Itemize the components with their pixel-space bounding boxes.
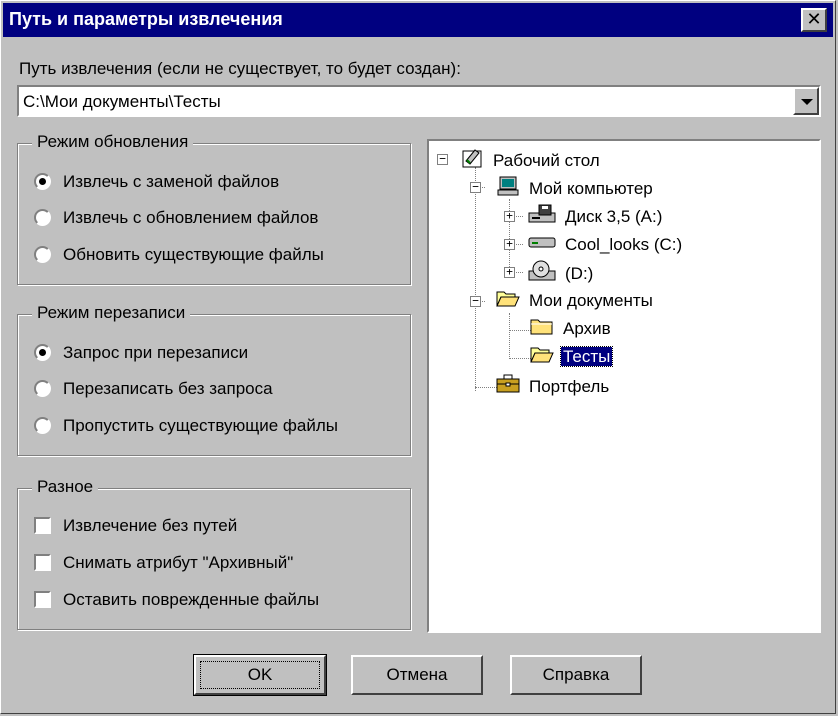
option-label: Обновить существующие файлы xyxy=(63,245,324,264)
open-folder-icon xyxy=(495,288,521,315)
update-mode-legend: Режим обновления xyxy=(32,132,194,152)
checkbox[interactable] xyxy=(34,591,51,608)
tree-item-desktop[interactable]: Рабочий стол xyxy=(461,147,602,171)
collapse-button[interactable]: − xyxy=(470,295,481,307)
misc-legend: Разное xyxy=(32,477,99,497)
tree-label: Рабочий стол xyxy=(493,150,600,170)
path-input[interactable]: C:\Мои документы\Тесты xyxy=(23,92,221,112)
misc-group: Разное Извлечение без путей Снимать атри… xyxy=(17,477,411,630)
expand-button[interactable]: + xyxy=(504,238,515,250)
help-button-label: Справка xyxy=(542,665,610,684)
tree-item-briefcase[interactable]: Портфель xyxy=(495,373,611,397)
option-label: Извлечь с обновлением файлов xyxy=(63,208,319,227)
expand-button[interactable]: + xyxy=(504,210,515,222)
tree-item-drive-c[interactable]: Cool_looks (C:) xyxy=(527,231,684,255)
update-mode-group: Режим обновления Извлечь с заменой файло… xyxy=(17,132,411,285)
radio-button[interactable] xyxy=(34,380,51,397)
misc-option-no-paths[interactable]: Извлечение без путей xyxy=(34,516,237,536)
overwrite-mode-legend: Режим перезаписи xyxy=(32,303,191,323)
tree-item-my-computer[interactable]: Мой компьютер xyxy=(495,175,655,199)
tree-label: Мои документы xyxy=(529,290,653,310)
tree-label: Архив xyxy=(563,318,611,338)
desktop-icon xyxy=(461,147,485,176)
option-label: Снимать атрибут "Архивный" xyxy=(63,553,294,572)
tree-item-drive-d[interactable]: (D:) xyxy=(527,259,595,283)
title-bar[interactable]: Путь и параметры извлечения ✕ xyxy=(3,3,833,37)
option-label: Извлечь с заменой файлов xyxy=(63,172,280,191)
tree-item-floppy[interactable]: Диск 3,5 (A:) xyxy=(527,203,664,227)
path-combobox[interactable]: C:\Мои документы\Тесты xyxy=(17,85,821,117)
folder-icon xyxy=(529,316,555,343)
tree-connector xyxy=(475,167,476,391)
overwrite-option-without-prompt[interactable]: Перезаписать без запроса xyxy=(34,379,273,399)
collapse-button[interactable]: − xyxy=(437,153,448,165)
radio-button[interactable] xyxy=(34,417,51,434)
radio-button[interactable] xyxy=(34,246,51,263)
folder-tree[interactable]: − − + + + − Рабочий стол Мой компьютер Д… xyxy=(427,139,821,633)
tree-label: (D:) xyxy=(565,263,594,283)
option-label: Оставить поврежденные файлы xyxy=(63,590,320,609)
extract-dialog: Путь и параметры извлечения ✕ Путь извле… xyxy=(0,0,836,714)
update-option-existing[interactable]: Обновить существующие файлы xyxy=(34,245,324,265)
option-label: Пропустить существующие файлы xyxy=(63,416,338,435)
close-button[interactable]: ✕ xyxy=(801,8,827,32)
expand-button[interactable]: + xyxy=(504,266,515,278)
focus-rect xyxy=(200,661,320,689)
computer-icon xyxy=(495,175,521,204)
window-title: Путь и параметры извлечения xyxy=(9,9,283,29)
tree-connector xyxy=(475,387,497,388)
path-label: Путь извлечения (если не существует, то … xyxy=(19,59,461,78)
tree-label: Диск 3,5 (A:) xyxy=(565,206,663,226)
tree-label: Cool_looks (C:) xyxy=(565,234,683,254)
checkbox[interactable] xyxy=(34,554,51,571)
cd-drive-icon xyxy=(527,259,557,290)
checkbox[interactable] xyxy=(34,517,51,534)
update-option-replace[interactable]: Извлечь с заменой файлов xyxy=(34,172,279,192)
overwrite-mode-group: Режим перезаписи Запрос при перезаписи П… xyxy=(17,303,411,456)
option-label: Запрос при перезаписи xyxy=(63,343,249,362)
radio-button[interactable] xyxy=(34,344,51,361)
cancel-button-label: Отмена xyxy=(386,665,448,684)
open-folder-icon xyxy=(529,344,555,371)
tree-connector xyxy=(509,313,510,359)
ok-button[interactable]: OK xyxy=(193,654,327,696)
hard-drive-icon xyxy=(527,231,557,260)
radio-button[interactable] xyxy=(34,173,51,190)
tree-item-archive[interactable]: Архив xyxy=(529,316,613,340)
tree-connector xyxy=(509,330,531,331)
close-icon: ✕ xyxy=(806,9,822,30)
tree-label: Тесты xyxy=(559,345,614,367)
cancel-button[interactable]: Отмена xyxy=(351,655,483,695)
collapse-button[interactable]: − xyxy=(470,181,481,193)
briefcase-icon xyxy=(495,373,521,402)
combo-dropdown-button[interactable] xyxy=(793,87,819,115)
help-button[interactable]: Справка xyxy=(510,655,642,695)
misc-option-clear-archive[interactable]: Снимать атрибут "Архивный" xyxy=(34,553,293,573)
tree-item-tests[interactable]: Тесты xyxy=(529,344,614,371)
update-option-freshen[interactable]: Извлечь с обновлением файлов xyxy=(34,208,318,228)
radio-button[interactable] xyxy=(34,209,51,226)
misc-option-keep-broken[interactable]: Оставить поврежденные файлы xyxy=(34,590,319,610)
floppy-drive-icon xyxy=(527,203,557,232)
overwrite-option-ask[interactable]: Запрос при перезаписи xyxy=(34,343,248,363)
tree-connector xyxy=(509,358,531,359)
tree-label: Портфель xyxy=(529,376,610,396)
overwrite-option-skip[interactable]: Пропустить существующие файлы xyxy=(34,416,338,436)
tree-label: Мой компьютер xyxy=(529,178,653,198)
tree-item-my-documents[interactable]: Мои документы xyxy=(495,288,655,312)
option-label: Перезаписать без запроса xyxy=(63,379,273,398)
option-label: Извлечение без путей xyxy=(63,516,238,535)
